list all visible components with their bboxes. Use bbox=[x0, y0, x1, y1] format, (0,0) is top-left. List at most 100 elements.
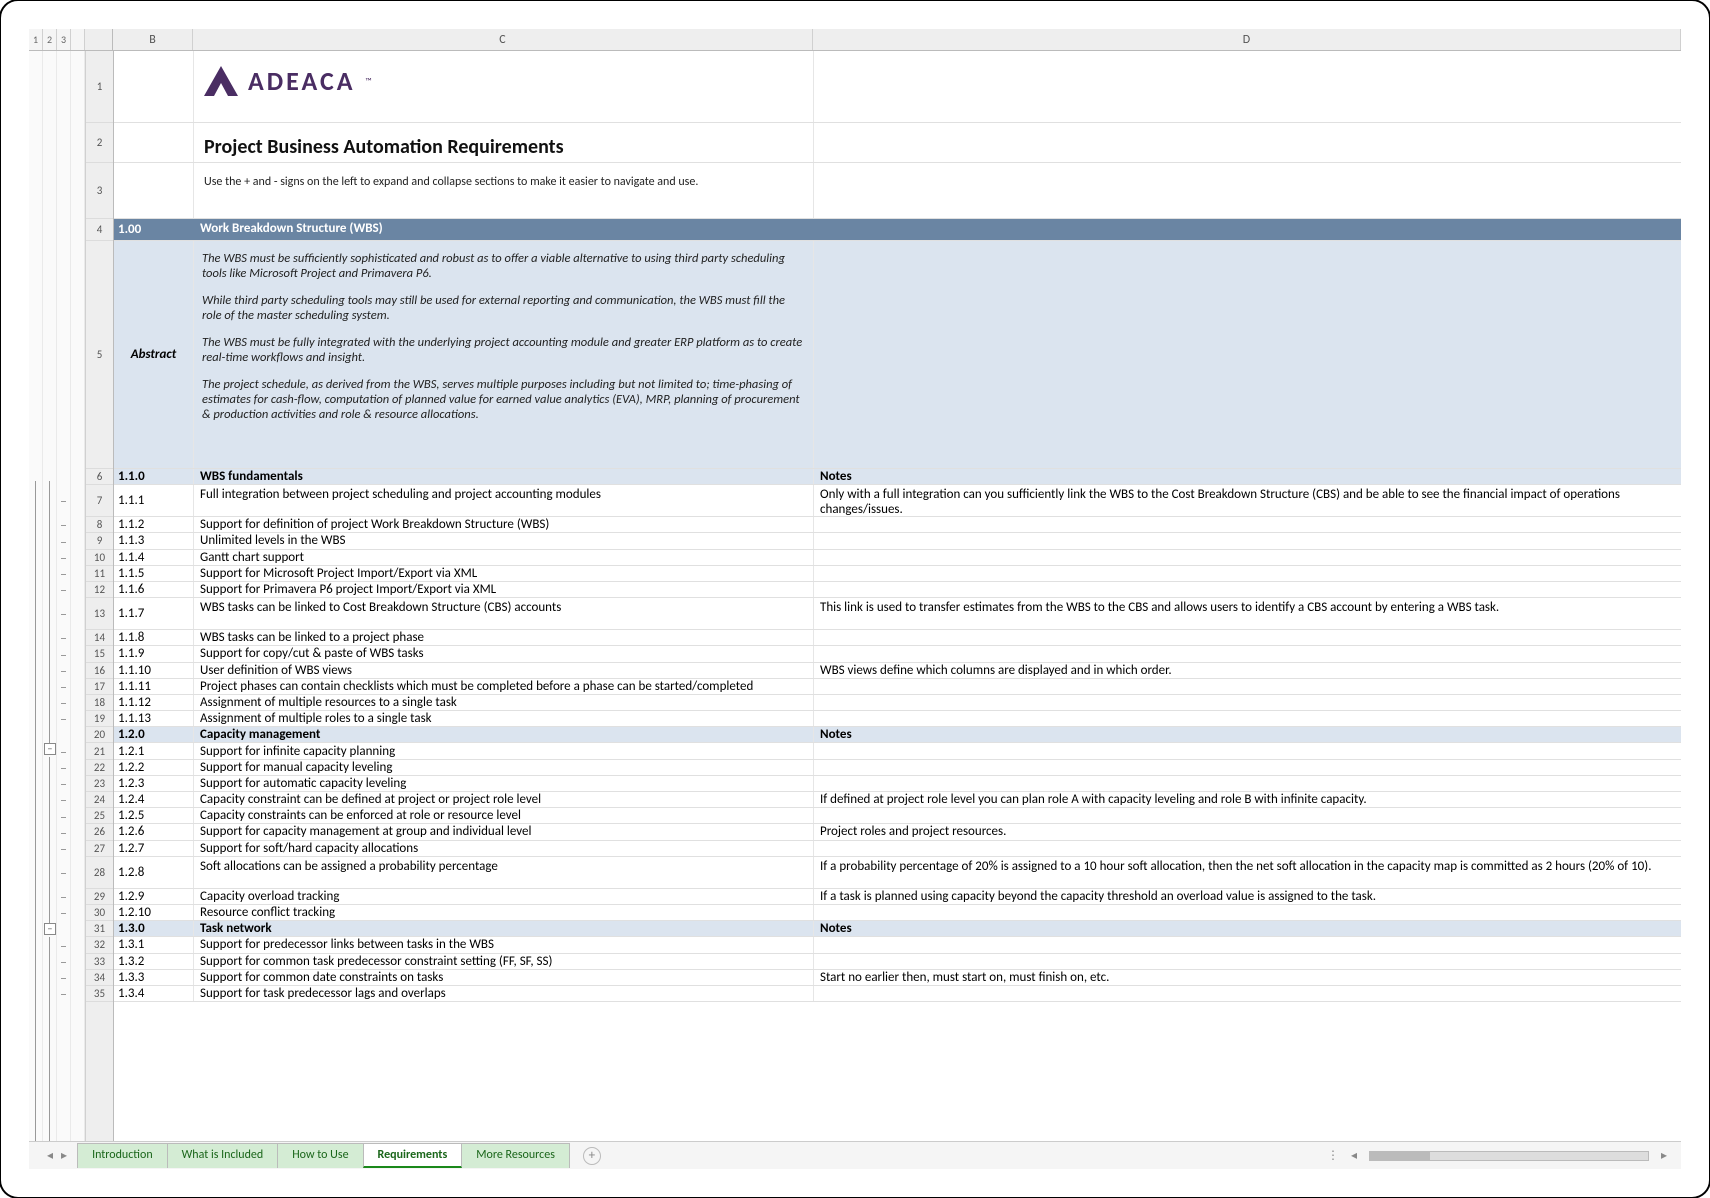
cell-desc[interactable]: Capacity constraint can be defined at pr… bbox=[194, 792, 814, 807]
row-header[interactable]: 12 bbox=[86, 582, 113, 598]
cell-num[interactable]: 1.3.1 bbox=[114, 937, 194, 952]
outline-level-1[interactable]: 1 bbox=[29, 29, 43, 50]
row-header[interactable]: 24 bbox=[86, 792, 113, 808]
hscroll-track[interactable] bbox=[1369, 1151, 1649, 1161]
table-row[interactable]: 1.2.5Capacity constraints can be enforce… bbox=[114, 808, 1681, 824]
table-row[interactable]: 1.1.1Full integration between project sc… bbox=[114, 485, 1681, 517]
cell-notes[interactable] bbox=[814, 711, 1681, 726]
row-header[interactable]: 32 bbox=[86, 937, 113, 953]
cell-desc[interactable]: Project phases can contain checklists wh… bbox=[194, 679, 814, 694]
cell-notes[interactable]: Only with a full integration can you suf… bbox=[814, 485, 1681, 516]
cell-notes[interactable] bbox=[814, 51, 1681, 122]
row-header[interactable]: 14 bbox=[86, 630, 113, 646]
cell-notes[interactable] bbox=[814, 937, 1681, 952]
cell-num[interactable]: 1.2.3 bbox=[114, 776, 194, 791]
cell-num[interactable]: 1.2.4 bbox=[114, 792, 194, 807]
table-row[interactable]: 1.2.1Support for infinite capacity plann… bbox=[114, 743, 1681, 759]
cell-desc[interactable]: WBS tasks can be linked to Cost Breakdow… bbox=[194, 598, 814, 629]
row-header[interactable]: 10 bbox=[86, 550, 113, 566]
cell-notes[interactable] bbox=[814, 630, 1681, 645]
cell-desc[interactable]: Assignment of multiple roles to a single… bbox=[194, 711, 814, 726]
outline-toggle-minus[interactable]: − bbox=[44, 923, 56, 935]
cell-num[interactable]: 1.2.10 bbox=[114, 905, 194, 920]
cells-area[interactable]: ADEACA™Project Business Automation Requi… bbox=[114, 51, 1681, 1141]
cell-num[interactable]: 1.1.8 bbox=[114, 630, 194, 645]
row-header[interactable]: 27 bbox=[86, 841, 113, 857]
cell-desc[interactable]: Support for predecessor links between ta… bbox=[194, 937, 814, 952]
row-header[interactable]: 28 bbox=[86, 857, 113, 889]
cell-notes[interactable]: Notes bbox=[814, 469, 1681, 484]
cell-num[interactable]: 1.1.5 bbox=[114, 566, 194, 581]
row-header[interactable]: 13 bbox=[86, 598, 113, 630]
cell-notes[interactable] bbox=[814, 163, 1681, 218]
table-row[interactable]: 1.2.7Support for soft/hard capacity allo… bbox=[114, 841, 1681, 857]
cell-notes[interactable]: Start no earlier then, must start on, mu… bbox=[814, 970, 1681, 985]
row-header[interactable]: 21 bbox=[86, 743, 113, 759]
row-header[interactable]: 18 bbox=[86, 695, 113, 711]
cell-desc[interactable]: Support for common task predecessor cons… bbox=[194, 954, 814, 969]
cell-desc[interactable]: WBS fundamentals bbox=[194, 469, 814, 484]
cell-notes[interactable]: If a task is planned using capacity beyo… bbox=[814, 889, 1681, 904]
cell-num[interactable]: 1.2.7 bbox=[114, 841, 194, 856]
row-header[interactable]: 15 bbox=[86, 646, 113, 662]
sheet-tab[interactable]: How to Use bbox=[277, 1143, 363, 1168]
cell-num[interactable]: 1.1.9 bbox=[114, 646, 194, 661]
outline-toggle-minus[interactable]: − bbox=[44, 743, 56, 755]
table-row[interactable]: 1.2.4Capacity constraint can be defined … bbox=[114, 792, 1681, 808]
cell-desc[interactable]: Resource conflict tracking bbox=[194, 905, 814, 920]
table-row[interactable]: 1.1.9Support for copy/cut & paste of WBS… bbox=[114, 646, 1681, 662]
cell-num[interactable]: 1.1.13 bbox=[114, 711, 194, 726]
table-row[interactable]: 1.1.7WBS tasks can be linked to Cost Bre… bbox=[114, 598, 1681, 630]
table-row[interactable]: 1.2.8Soft allocations can be assigned a … bbox=[114, 857, 1681, 889]
cell-desc[interactable]: Unlimited levels in the WBS bbox=[194, 533, 814, 548]
cell-num[interactable]: 1.3.2 bbox=[114, 954, 194, 969]
row-header[interactable]: 26 bbox=[86, 824, 113, 840]
cell-desc[interactable]: Support for capacity management at group… bbox=[194, 824, 814, 839]
add-sheet-button[interactable]: + bbox=[583, 1147, 601, 1165]
row-header[interactable]: 31 bbox=[86, 921, 113, 937]
sheet-tab[interactable]: What is Included bbox=[167, 1143, 279, 1168]
cell-num[interactable]: 1.2.2 bbox=[114, 760, 194, 775]
sheet-tab[interactable]: Introduction bbox=[77, 1143, 168, 1168]
cell-num[interactable]: 1.2.1 bbox=[114, 743, 194, 758]
cell-desc[interactable]: Support for infinite capacity planning bbox=[194, 743, 814, 758]
row-header[interactable]: 23 bbox=[86, 776, 113, 792]
row-header[interactable]: 20 bbox=[86, 727, 113, 743]
cell-notes[interactable] bbox=[814, 986, 1681, 1001]
cell-desc[interactable]: Gantt chart support bbox=[194, 550, 814, 565]
outline-level-3[interactable]: 3 bbox=[57, 29, 71, 50]
cell-num[interactable]: 1.1.2 bbox=[114, 517, 194, 532]
table-row[interactable]: 1.3.3Support for common date constraints… bbox=[114, 970, 1681, 986]
cell-notes[interactable] bbox=[814, 808, 1681, 823]
table-row[interactable]: 1.2.0Capacity managementNotes bbox=[114, 727, 1681, 743]
table-row[interactable]: ADEACA™ bbox=[114, 51, 1681, 123]
cell-notes[interactable]: This link is used to transfer estimates … bbox=[814, 598, 1681, 629]
cell-notes[interactable] bbox=[814, 905, 1681, 920]
cell-desc[interactable]: Support for automatic capacity leveling bbox=[194, 776, 814, 791]
column-header-b[interactable]: B bbox=[113, 29, 193, 50]
cell-num[interactable]: 1.1.10 bbox=[114, 663, 194, 678]
cell-num[interactable]: 1.2.5 bbox=[114, 808, 194, 823]
row-header[interactable]: 3 bbox=[86, 163, 113, 219]
cell-num[interactable]: 1.2.0 bbox=[114, 727, 194, 742]
table-row[interactable]: 1.2.3Support for automatic capacity leve… bbox=[114, 776, 1681, 792]
tab-nav-prev[interactable]: ◂ bbox=[47, 1148, 53, 1163]
cell-desc[interactable]: WBS tasks can be linked to a project pha… bbox=[194, 630, 814, 645]
cell-desc[interactable]: Full integration between project schedul… bbox=[194, 485, 814, 516]
cell-desc[interactable]: User definition of WBS views bbox=[194, 663, 814, 678]
cell-num[interactable]: 1.1.12 bbox=[114, 695, 194, 710]
cell-desc[interactable]: Support for task predecessor lags and ov… bbox=[194, 986, 814, 1001]
cell-notes[interactable] bbox=[814, 123, 1681, 162]
tab-nav-next[interactable]: ▸ bbox=[61, 1148, 67, 1163]
cell-num[interactable]: 1.1.4 bbox=[114, 550, 194, 565]
table-row[interactable]: 1.1.10User definition of WBS viewsWBS vi… bbox=[114, 663, 1681, 679]
cell-num[interactable]: 1.1.7 bbox=[114, 598, 194, 629]
cell-num[interactable]: 1.1.1 bbox=[114, 485, 194, 516]
hscroll-left[interactable]: ◂ bbox=[1351, 1148, 1357, 1163]
row-header[interactable]: 11 bbox=[86, 566, 113, 582]
column-header-d[interactable]: D bbox=[813, 29, 1681, 50]
table-row[interactable]: 1.1.0WBS fundamentalsNotes bbox=[114, 469, 1681, 485]
cell-notes[interactable]: If a probability percentage of 20% is as… bbox=[814, 857, 1681, 888]
row-header[interactable]: 30 bbox=[86, 905, 113, 921]
row-header[interactable]: 22 bbox=[86, 760, 113, 776]
